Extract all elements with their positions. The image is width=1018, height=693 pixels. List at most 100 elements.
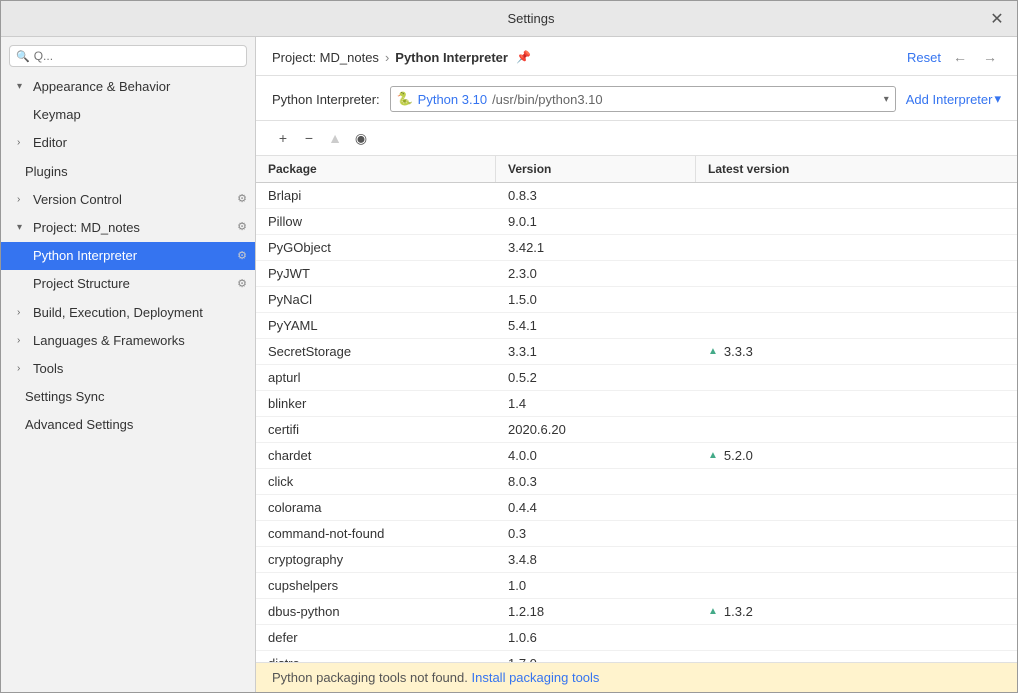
package-version: 1.0.6 bbox=[496, 625, 696, 650]
header-actions: Reset ← → bbox=[907, 47, 1001, 67]
search-icon: 🔍 bbox=[16, 50, 30, 63]
eye-button[interactable]: ◉ bbox=[350, 127, 372, 149]
package-name: certifi bbox=[256, 417, 496, 442]
close-button[interactable]: ✕ bbox=[989, 11, 1005, 27]
package-version: 5.4.1 bbox=[496, 313, 696, 338]
packages-table: Package Version Latest version Brlapi 0.… bbox=[256, 156, 1017, 662]
package-latest: ▲ 5.2.0 bbox=[696, 443, 1017, 468]
settings-window: Settings ✕ 🔍 ▾Appearance & BehaviorKeyma… bbox=[0, 0, 1018, 693]
table-row[interactable]: PyGObject 3.42.1 bbox=[256, 235, 1017, 261]
package-version: 3.3.1 bbox=[496, 339, 696, 364]
package-latest: ▲ 3.3.3 bbox=[696, 339, 1017, 364]
package-version: 0.5.2 bbox=[496, 365, 696, 390]
sidebar-item-settings-sync[interactable]: Settings Sync bbox=[1, 383, 255, 411]
package-version: 4.0.0 bbox=[496, 443, 696, 468]
interpreter-select[interactable]: 🐍 Python 3.10 /usr/bin/python3.10 ▾ bbox=[390, 86, 896, 112]
sidebar-item-advanced-settings[interactable]: Advanced Settings bbox=[1, 411, 255, 439]
table-row[interactable]: click 8.0.3 bbox=[256, 469, 1017, 495]
add-package-button[interactable]: + bbox=[272, 127, 294, 149]
sidebar-item-languages-frameworks[interactable]: ›Languages & Frameworks bbox=[1, 327, 255, 355]
sidebar-item-plugins[interactable]: Plugins bbox=[1, 158, 255, 186]
nav-back-button[interactable]: ← bbox=[949, 47, 971, 67]
breadcrumb: Project: MD_notes › Python Interpreter 📌 bbox=[272, 50, 531, 65]
col-header-latest: Latest version bbox=[696, 156, 1017, 182]
sidebar-item-label: Keymap bbox=[33, 106, 81, 124]
chevron-icon: › bbox=[17, 362, 29, 376]
search-box[interactable]: 🔍 bbox=[9, 45, 247, 67]
package-version: 1.2.18 bbox=[496, 599, 696, 624]
main-header: Project: MD_notes › Python Interpreter 📌… bbox=[256, 37, 1017, 76]
sidebar-item-appearance[interactable]: ▾Appearance & Behavior bbox=[1, 73, 255, 101]
table-row[interactable]: cupshelpers 1.0 bbox=[256, 573, 1017, 599]
sidebar-item-label: Project: MD_notes bbox=[33, 219, 140, 237]
sidebar-item-version-control[interactable]: ›Version Control⚙ bbox=[1, 186, 255, 214]
package-name: PyYAML bbox=[256, 313, 496, 338]
table-row[interactable]: SecretStorage 3.3.1 ▲ 3.3.3 bbox=[256, 339, 1017, 365]
table-row[interactable]: distro 1.7.0 bbox=[256, 651, 1017, 662]
install-packaging-tools-link[interactable]: Install packaging tools bbox=[472, 670, 600, 685]
add-interpreter-chevron-icon: ▾ bbox=[994, 91, 1001, 107]
table-row[interactable]: certifi 2020.6.20 bbox=[256, 417, 1017, 443]
package-name: cryptography bbox=[256, 547, 496, 572]
package-latest bbox=[696, 261, 1017, 286]
search-input[interactable] bbox=[34, 49, 240, 63]
package-latest bbox=[696, 469, 1017, 494]
col-header-version: Version bbox=[496, 156, 696, 182]
package-latest bbox=[696, 521, 1017, 546]
sidebar-item-label: Languages & Frameworks bbox=[33, 332, 185, 350]
sidebar-items-container: ▾Appearance & Behavior Keymap ›EditorPlugi… bbox=[1, 73, 255, 439]
package-latest bbox=[696, 287, 1017, 312]
breadcrumb-parent: Project: MD_notes bbox=[272, 50, 379, 65]
package-version: 0.4.4 bbox=[496, 495, 696, 520]
table-row[interactable]: dbus-python 1.2.18 ▲ 1.3.2 bbox=[256, 599, 1017, 625]
package-name: PyGObject bbox=[256, 235, 496, 260]
table-row[interactable]: PyJWT 2.3.0 bbox=[256, 261, 1017, 287]
table-row[interactable]: Pillow 9.0.1 bbox=[256, 209, 1017, 235]
sidebar-item-python-interpreter[interactable]: Python Interpreter⚙ bbox=[1, 242, 255, 270]
table-row[interactable]: blinker 1.4 bbox=[256, 391, 1017, 417]
sidebar-item-label: Build, Execution, Deployment bbox=[33, 304, 203, 322]
interpreter-select-text: 🐍 Python 3.10 /usr/bin/python3.10 bbox=[397, 91, 884, 107]
sidebar-item-label: Appearance & Behavior bbox=[33, 78, 170, 96]
python-icon: 🐍 bbox=[397, 91, 413, 107]
nav-forward-button[interactable]: → bbox=[979, 47, 1001, 67]
titlebar: Settings ✕ bbox=[1, 1, 1017, 37]
sidebar-item-project-md-notes[interactable]: ▾Project: MD_notes⚙ bbox=[1, 214, 255, 242]
table-row[interactable]: Brlapi 0.8.3 bbox=[256, 183, 1017, 209]
add-interpreter-button[interactable]: Add Interpreter ▾ bbox=[906, 91, 1001, 107]
reset-button[interactable]: Reset bbox=[907, 50, 941, 65]
package-version: 0.8.3 bbox=[496, 183, 696, 208]
package-version: 9.0.1 bbox=[496, 209, 696, 234]
status-message: Python packaging tools not found. bbox=[272, 670, 468, 685]
interpreter-version: Python 3.10 bbox=[418, 92, 487, 107]
sidebar-item-project-structure[interactable]: Project Structure⚙ bbox=[1, 270, 255, 298]
table-row[interactable]: cryptography 3.4.8 bbox=[256, 547, 1017, 573]
package-version: 2.3.0 bbox=[496, 261, 696, 286]
sidebar-item-editor[interactable]: ›Editor bbox=[1, 129, 255, 157]
sidebar-item-label: Version Control bbox=[33, 191, 122, 209]
table-row[interactable]: colorama 0.4.4 bbox=[256, 495, 1017, 521]
package-latest bbox=[696, 547, 1017, 572]
chevron-icon: › bbox=[17, 306, 29, 320]
package-latest bbox=[696, 183, 1017, 208]
package-name: click bbox=[256, 469, 496, 494]
package-name: Brlapi bbox=[256, 183, 496, 208]
package-latest bbox=[696, 625, 1017, 650]
table-row[interactable]: PyNaCl 1.5.0 bbox=[256, 287, 1017, 313]
window-title: Settings bbox=[73, 11, 989, 26]
packages-area: + − ▲ ◉ Package Version Latest version B… bbox=[256, 121, 1017, 662]
sidebar-item-build-execution[interactable]: › Build, Execution, Deployment bbox=[1, 299, 255, 327]
table-row[interactable]: PyYAML 5.4.1 bbox=[256, 313, 1017, 339]
table-row[interactable]: defer 1.0.6 bbox=[256, 625, 1017, 651]
package-latest bbox=[696, 651, 1017, 662]
table-row[interactable]: apturl 0.5.2 bbox=[256, 365, 1017, 391]
table-row[interactable]: chardet 4.0.0 ▲ 5.2.0 bbox=[256, 443, 1017, 469]
table-row[interactable]: command-not-found 0.3 bbox=[256, 521, 1017, 547]
remove-package-button[interactable]: − bbox=[298, 127, 320, 149]
up-package-button: ▲ bbox=[324, 127, 346, 149]
sidebar-item-tools[interactable]: ›Tools bbox=[1, 355, 255, 383]
interpreter-path: /usr/bin/python3.10 bbox=[492, 92, 603, 107]
sidebar-item-keymap[interactable]: Keymap bbox=[1, 101, 255, 129]
package-name: distro bbox=[256, 651, 496, 662]
sidebar: 🔍 ▾Appearance & Behavior Keymap ›EditorPlu… bbox=[1, 37, 256, 692]
